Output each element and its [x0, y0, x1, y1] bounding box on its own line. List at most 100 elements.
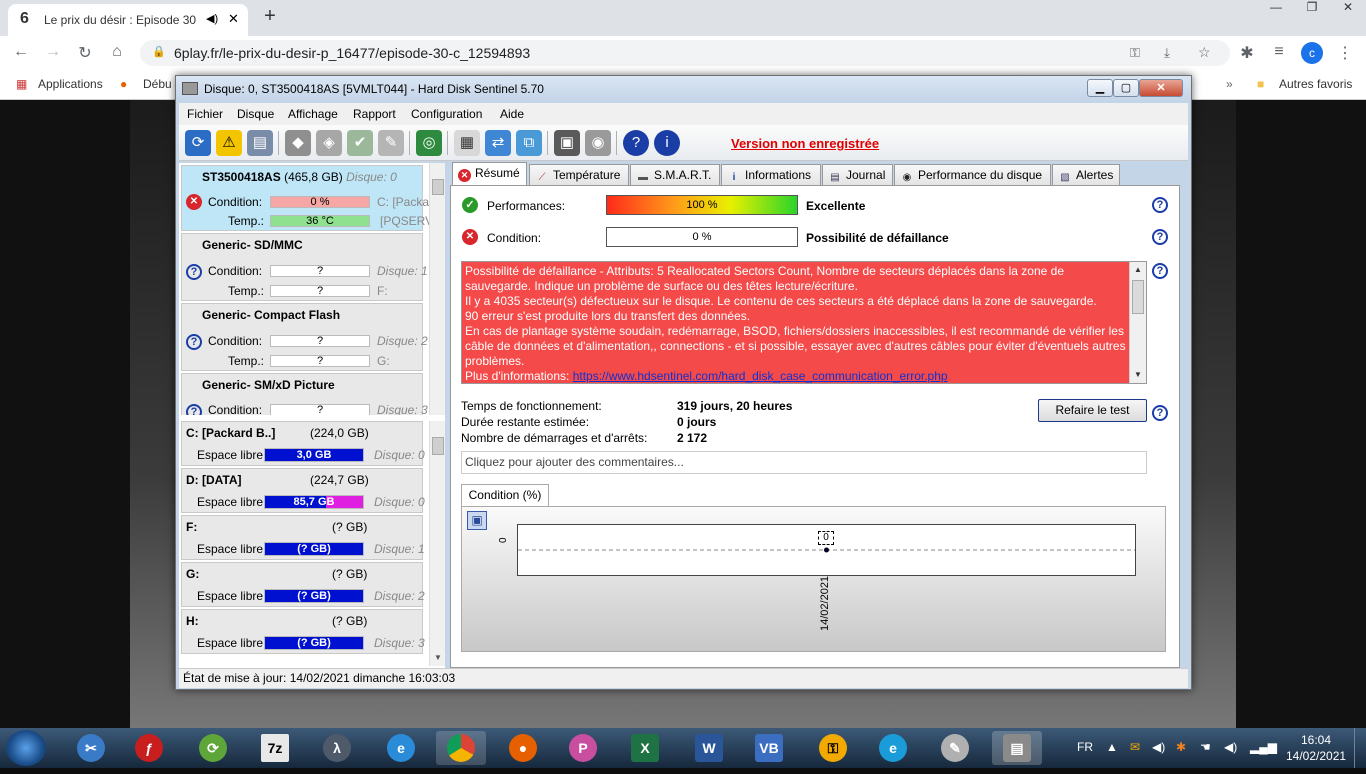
scrollbar-thumb[interactable] — [1132, 280, 1144, 314]
volume-card-d[interactable]: D: [DATA] (224,7 GB) Espace libre 85,7 G… — [181, 468, 425, 513]
taskbar-paint-palette-icon[interactable]: ✎ — [930, 731, 980, 765]
taskbar-excel-icon[interactable]: X — [620, 731, 670, 765]
language-indicator[interactable]: FR — [1077, 740, 1093, 754]
tab-journal[interactable]: ▤ Journal — [822, 164, 893, 185]
disk-card-2[interactable]: Generic- Compact Flash ? Condition: ? Di… — [181, 303, 428, 371]
show-desktop-button[interactable] — [1354, 728, 1366, 768]
disk-card-0[interactable]: ST3500418AS (465,8 GB) Disque: 0 ✕ Condi… — [181, 165, 433, 231]
hdd-icon[interactable]: ◆ — [285, 130, 311, 156]
volume-card-g[interactable]: G: (? GB) Espace libre (? GB) Disque: 2 — [181, 562, 425, 607]
window-maximize-button[interactable]: ▢ — [1113, 79, 1139, 97]
key-icon[interactable]: ⚿ — [1130, 45, 1140, 61]
menu-rapport[interactable]: Rapport — [353, 107, 396, 121]
comment-field[interactable]: Cliquez pour ajouter des commentaires... — [461, 451, 1147, 474]
close-tab-icon[interactable]: ✕ — [228, 11, 239, 27]
tray-mail-icon[interactable]: ✉ — [1130, 740, 1140, 754]
tray-app-icon[interactable]: ✱ — [1176, 740, 1186, 754]
menu-affichage[interactable]: Affichage — [288, 107, 338, 121]
taskbar-vb-icon[interactable]: VB — [744, 731, 794, 765]
save-chart-icon[interactable]: ▣ — [467, 511, 487, 530]
taskbar-paint-app-icon[interactable]: P — [558, 731, 608, 765]
restore-icon[interactable]: ❐ — [1294, 0, 1330, 20]
start-button[interactable] — [6, 730, 46, 766]
info-icon[interactable]: i — [654, 130, 680, 156]
taskbar-word-icon[interactable]: W — [684, 731, 734, 765]
taskbar-hds-icon[interactable]: ▤ — [992, 731, 1042, 765]
disk-card-1[interactable]: Generic- SD/MMC ? Condition: ? Disque: 1… — [181, 233, 428, 301]
disk-icon[interactable]: ▤ — [247, 130, 273, 156]
home-icon[interactable]: ⌂ — [106, 43, 128, 61]
back-icon[interactable]: ← — [10, 43, 32, 61]
taskbar-paint-icon[interactable]: ✂ — [66, 731, 116, 765]
media-control-icon[interactable]: ≡ — [1268, 43, 1290, 61]
tray-expand-icon[interactable]: ▲ — [1106, 740, 1118, 754]
help-icon[interactable]: ? — [1152, 229, 1168, 245]
menu-configuration[interactable]: Configuration — [411, 107, 482, 121]
network-icon[interactable]: ⧉ — [516, 130, 542, 156]
report-icon[interactable]: ▦ — [454, 130, 480, 156]
tab-performance[interactable]: ◉ Performance du disque — [894, 164, 1051, 185]
tab-informations[interactable]: i Informations — [721, 164, 821, 185]
install-icon[interactable]: ⤓ — [1164, 45, 1170, 61]
menu-fichier[interactable]: Fichier — [187, 107, 223, 121]
scroll-up-arrow[interactable]: ▲ — [1130, 262, 1146, 278]
bookmark-first[interactable]: Débu — [143, 77, 172, 91]
refresh-icon[interactable]: ⟳ — [185, 130, 211, 156]
scrollbar-thumb[interactable] — [432, 437, 444, 455]
globe-icon[interactable]: ◎ — [416, 130, 442, 156]
scroll-down-arrow[interactable]: ▼ — [1130, 367, 1146, 383]
warning-icon[interactable]: ⚠ — [216, 130, 242, 156]
retest-button[interactable]: Refaire le test — [1038, 399, 1147, 422]
minimize-icon[interactable]: — — [1258, 0, 1294, 20]
message-scrollbar[interactable]: ▲ ▼ — [1129, 262, 1146, 383]
bookmark-star-icon[interactable]: ☆ — [1198, 44, 1211, 61]
tab-temperature[interactable]: ⟋ Température — [529, 164, 629, 185]
extensions-icon[interactable]: ✱ — [1236, 43, 1258, 63]
more-bookmarks-icon[interactable]: » — [1226, 77, 1233, 91]
forward-icon[interactable]: → — [42, 43, 64, 61]
tray-network-icon[interactable]: ▂▄▆ — [1250, 740, 1277, 754]
hdd-test-icon[interactable]: ◈ — [316, 130, 342, 156]
monitor-icon[interactable]: ▣ — [554, 130, 580, 156]
disk-card-3[interactable]: Generic- SM/xD Picture ? Condition: ? Di… — [181, 373, 428, 415]
bookmark-apps[interactable]: Applications — [38, 77, 103, 91]
tab-smart[interactable]: ▬ S.M.A.R.T. — [630, 164, 720, 185]
tab-resume[interactable]: ✕ Résumé — [452, 162, 527, 186]
scrollbar-thumb[interactable] — [432, 179, 444, 195]
profile-avatar[interactable]: c — [1301, 42, 1323, 64]
audio-icon[interactable]: ◀︎) — [206, 12, 218, 25]
more-info-link[interactable]: https://www.hdsentinel.com/hard_disk_cas… — [573, 369, 948, 383]
new-tab-button[interactable]: + — [256, 5, 284, 29]
help-icon[interactable]: ? — [1152, 263, 1168, 279]
hdd-settings-icon[interactable]: ✎ — [378, 130, 404, 156]
address-bar[interactable]: 🔒 6play.fr/le-prix-du-desir-p_16477/epis… — [140, 40, 1230, 66]
reload-icon[interactable]: ↻ — [74, 43, 96, 63]
taskbar-clock[interactable]: 16:04 14/02/2021 — [1286, 732, 1346, 764]
help-icon[interactable]: ? — [1152, 197, 1168, 213]
scroll-down-arrow[interactable]: ▼ — [430, 650, 445, 666]
tray-hand-icon[interactable]: ☚ — [1200, 740, 1211, 754]
tray-sound-icon[interactable]: ◀) — [1224, 740, 1237, 754]
taskbar-lock-icon[interactable]: ⚿ — [808, 731, 858, 765]
help-icon[interactable]: ? — [1152, 405, 1168, 421]
volume-list-scrollbar[interactable]: ▼ — [429, 421, 445, 666]
menu-disque[interactable]: Disque — [237, 107, 274, 121]
sync-icon[interactable]: ⇄ — [485, 130, 511, 156]
browser-tab[interactable]: 6 Le prix du désir : Episode 30 ◀︎) ✕ — [8, 4, 248, 36]
help-icon[interactable]: ? — [623, 130, 649, 156]
bookmark-other[interactable]: Autres favoris — [1279, 77, 1352, 91]
window-minimize-button[interactable]: ▁ — [1087, 79, 1113, 97]
taskbar-edge-icon[interactable]: e — [868, 731, 918, 765]
menu-aide[interactable]: Aide — [500, 107, 524, 121]
tray-volume-icon[interactable]: ◀) — [1152, 740, 1165, 754]
sound-icon[interactable]: ◉ — [585, 130, 611, 156]
taskbar-7zip-icon[interactable]: 7z — [250, 731, 300, 765]
browser-menu-icon[interactable]: ⋮ — [1334, 43, 1356, 63]
close-window-icon[interactable]: ✕ — [1330, 0, 1366, 20]
taskbar-chrome-icon[interactable] — [436, 731, 486, 765]
unregistered-link[interactable]: Version non enregistrée — [731, 136, 879, 151]
taskbar-sync-icon[interactable]: ⟳ — [188, 731, 238, 765]
volume-card-f[interactable]: F: (? GB) Espace libre (? GB) Disque: 1 — [181, 515, 425, 560]
taskbar-ie-icon[interactable]: e — [376, 731, 426, 765]
window-close-button[interactable]: ✕ — [1139, 79, 1183, 97]
